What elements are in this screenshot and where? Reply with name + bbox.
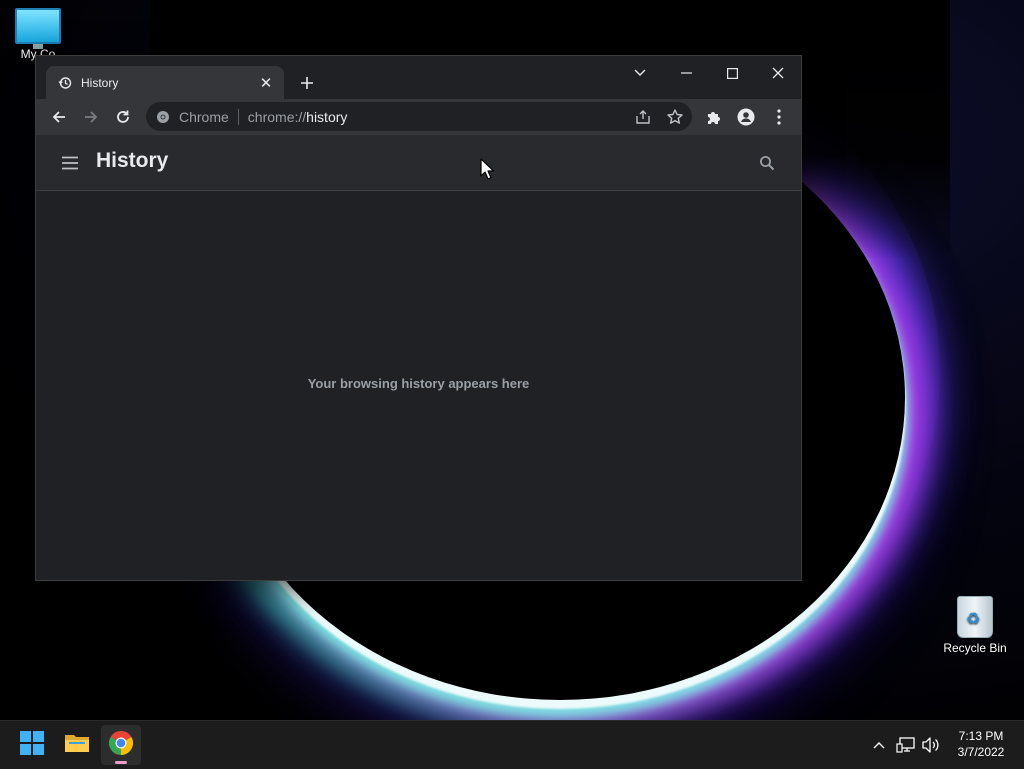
taskbar-file-explorer[interactable] (57, 725, 97, 765)
new-tab-button[interactable] (294, 70, 320, 96)
address-bar[interactable]: Chrome chrome://history (146, 102, 692, 131)
system-clock[interactable]: 7:13 PM 3/7/2022 (946, 728, 1016, 760)
clock-date: 3/7/2022 (957, 745, 1005, 759)
omnibox-divider (237, 108, 239, 125)
empty-history-message: Your browsing history appears here (307, 376, 530, 391)
profile-avatar-icon[interactable] (732, 103, 760, 131)
hamburger-menu-icon[interactable] (57, 151, 83, 175)
tab-search-chevron-icon[interactable] (617, 58, 663, 88)
page-content: History Your browsing history appears he… (36, 135, 801, 580)
mouse-cursor-icon (480, 158, 495, 180)
url-host: history (306, 108, 348, 125)
chrome-site-icon (156, 110, 170, 124)
kebab-menu-icon[interactable] (765, 103, 793, 131)
taskbar: 7:13 PM 3/7/2022 (0, 720, 1024, 769)
url-scheme: chrome:// (247, 108, 307, 125)
desktop-icon-recycle-bin[interactable]: ♻ Recycle Bin (938, 596, 1012, 655)
extensions-puzzle-icon[interactable] (700, 103, 728, 131)
chrome-window: History ✕ Chrome chrome:// history Histo… (36, 56, 801, 580)
chrome-icon (108, 730, 134, 760)
minimize-button[interactable] (663, 58, 709, 88)
reload-button[interactable] (109, 103, 137, 131)
browser-toolbar: Chrome chrome://history (36, 99, 801, 135)
start-button[interactable] (12, 725, 52, 765)
clock-time: 7:13 PM (958, 729, 1004, 743)
computer-icon (15, 8, 61, 49)
share-icon[interactable] (634, 108, 652, 126)
file-explorer-icon (64, 732, 90, 759)
back-button[interactable] (45, 103, 73, 131)
page-title: History (96, 149, 169, 172)
tab-history[interactable]: History ✕ (46, 66, 284, 99)
tab-title: History (81, 75, 119, 90)
maximize-button[interactable] (709, 58, 755, 88)
forward-button[interactable] (77, 103, 105, 131)
history-header: History (36, 135, 801, 191)
desktop-icon-label: Recycle Bin (943, 641, 1007, 655)
volume-icon[interactable] (920, 734, 942, 756)
recycle-bin-icon: ♻ (957, 596, 993, 638)
taskbar-chrome[interactable] (101, 725, 141, 765)
network-icon[interactable] (895, 734, 917, 756)
tab-close-icon[interactable]: ✕ (254, 71, 278, 95)
close-window-button[interactable] (755, 58, 801, 88)
history-icon (58, 76, 72, 90)
bookmark-star-icon[interactable] (666, 108, 684, 126)
search-icon[interactable] (755, 151, 779, 175)
title-bar[interactable]: History ✕ (36, 56, 801, 99)
omnibox-chip: Chrome (179, 108, 229, 125)
desktop-icon-my-computer[interactable]: My Co (0, 8, 76, 61)
show-hidden-icons-chevron-icon[interactable] (869, 735, 889, 755)
start-icon (20, 730, 44, 760)
running-indicator (115, 761, 127, 764)
